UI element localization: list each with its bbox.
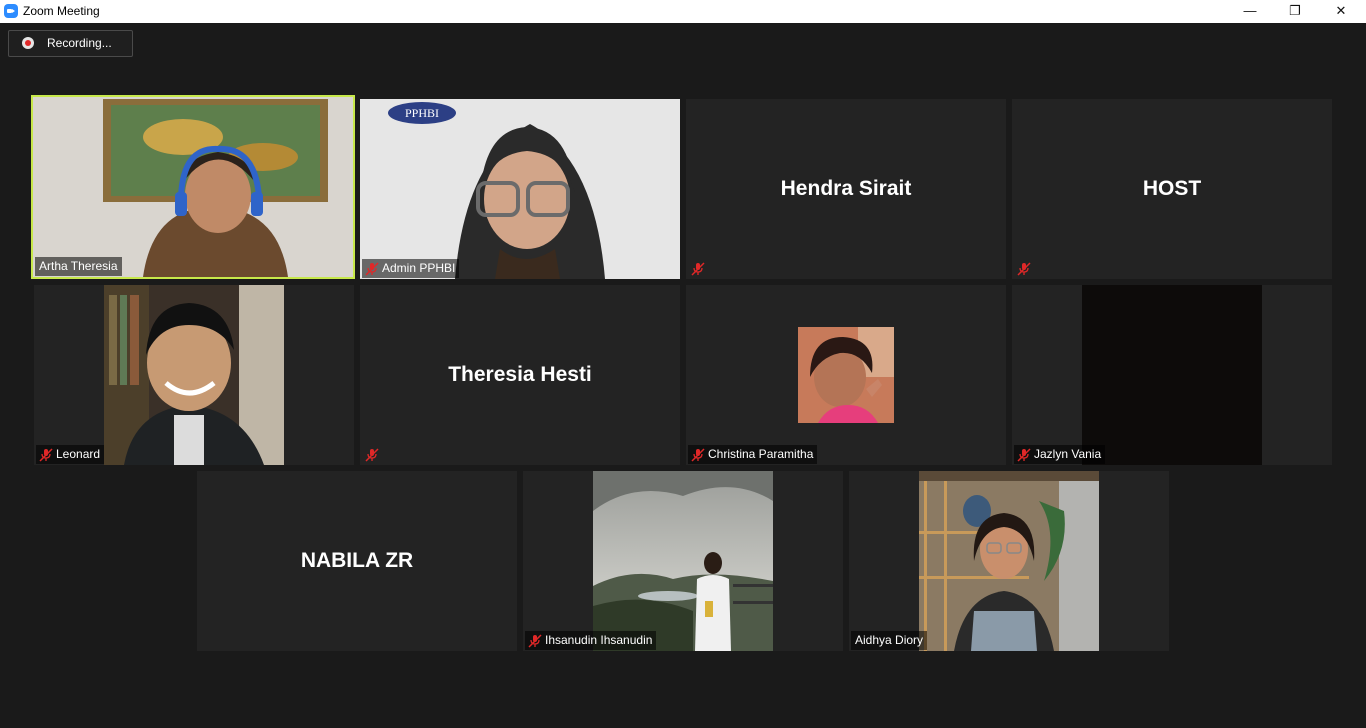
participant-name-label [362,445,386,464]
participant-video [1082,285,1262,465]
video-watermark: PPHBI [405,106,439,120]
participant-name-label: Admin PPHBI [362,259,460,278]
participant-name-label: Christina Paramitha [688,445,818,464]
participant-tile[interactable]: NABILA ZR [197,471,517,651]
participant-name-placeholder: HOST [1142,177,1202,200]
participant-name-label: Leonard [36,445,105,464]
muted-mic-icon [365,448,379,462]
record-icon [22,37,34,49]
close-button[interactable]: ✕ [1318,0,1364,23]
participant-tile[interactable]: Hendra Sirait [686,99,1006,279]
muted-mic-icon [1017,262,1031,276]
participant-name: Christina Paramitha [708,447,814,461]
participant-name: Ihsanudin Ihsanudin [545,633,653,647]
participant-name-label: Aidhya Diory [851,631,928,650]
muted-mic-icon [691,262,705,276]
participant-video [593,471,773,651]
muted-mic-icon [1017,448,1031,462]
muted-mic-icon [39,448,53,462]
profile-picture [798,327,894,423]
participant-tile[interactable]: HOST [1012,99,1332,279]
participant-video [104,285,284,465]
zoom-app-icon [4,4,18,18]
participant-name: Admin PPHBI [382,261,456,275]
title-bar: Zoom Meeting — ❐ ✕ [0,0,1366,23]
participant-name: Jazlyn Vania [1034,447,1102,461]
minimize-button[interactable]: — [1227,0,1273,23]
recording-indicator[interactable]: Recording... [8,30,133,57]
participant-video [33,97,353,277]
participant-name-label: Artha Theresia [35,257,122,276]
participant-tile[interactable]: Leonard [34,285,354,465]
participant-video: PPHBI [360,99,680,279]
window-title: Zoom Meeting [23,4,100,18]
participant-tile[interactable]: Theresia Hesti [360,285,680,465]
participant-tile[interactable]: Jazlyn Vania [1012,285,1332,465]
muted-mic-icon [365,262,379,276]
participant-tile[interactable]: Aidhya Diory [849,471,1169,651]
participant-video [919,471,1099,651]
participant-name-placeholder: NABILA ZR [300,549,414,572]
participant-name-label [688,259,712,278]
participant-name: Leonard [56,447,101,461]
muted-mic-icon [528,634,542,648]
participant-name-placeholder: Hendra Sirait [780,177,912,200]
participant-name-label: Ihsanudin Ihsanudin [525,631,657,650]
participant-tile[interactable]: Artha Theresia [31,95,355,279]
participant-name-placeholder: Theresia Hesti [448,363,592,386]
participant-name-label [1014,259,1038,278]
participant-tile[interactable]: Christina Paramitha [686,285,1006,465]
recording-label: Recording... [47,36,112,50]
restore-button[interactable]: ❐ [1272,0,1318,23]
participant-tile[interactable]: Ihsanudin Ihsanudin [523,471,843,651]
participant-name-label: Jazlyn Vania [1014,445,1106,464]
participant-tile[interactable]: PPHBI Admin PPHBI [360,99,680,279]
muted-mic-icon [691,448,705,462]
